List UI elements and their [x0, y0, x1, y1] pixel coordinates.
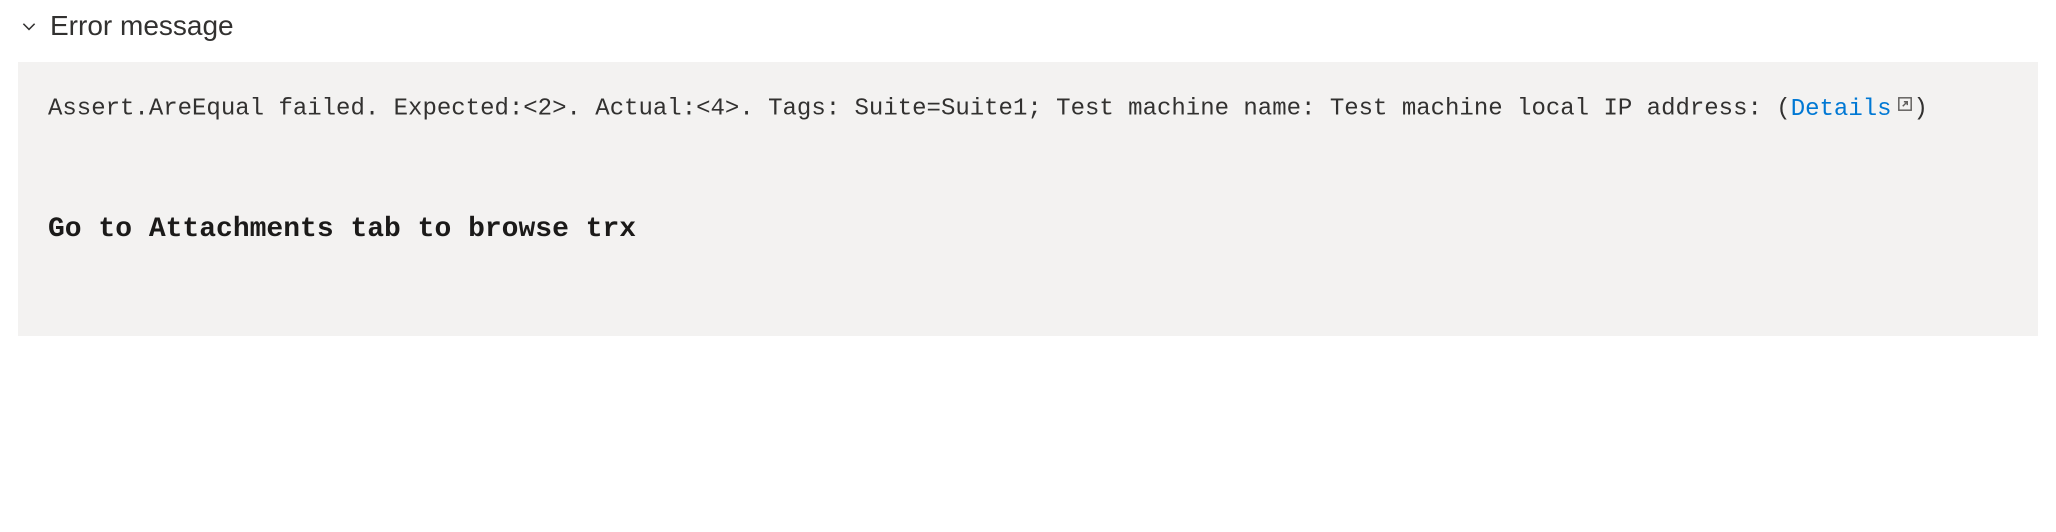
- chevron-down-icon: [18, 15, 40, 37]
- error-section-header[interactable]: Error message: [18, 10, 2038, 42]
- details-paren-open: (: [1776, 96, 1790, 123]
- details-link[interactable]: Details: [1791, 96, 1914, 123]
- attachments-note: Go to Attachments tab to browse trx: [48, 204, 2008, 256]
- error-message-panel: Assert.AreEqual failed. Expected:<2>. Ac…: [18, 62, 2038, 336]
- details-link-label: Details: [1791, 96, 1892, 123]
- external-link-icon: [1896, 86, 1914, 130]
- details-paren-close: ): [1914, 96, 1928, 123]
- error-message-text: Assert.AreEqual failed. Expected:<2>. Ac…: [48, 86, 2008, 132]
- error-line-1: Assert.AreEqual failed. Expected:<2>. Ac…: [48, 96, 1315, 123]
- error-line-2: Test machine local IP address:: [1330, 96, 1762, 123]
- section-title: Error message: [50, 10, 234, 42]
